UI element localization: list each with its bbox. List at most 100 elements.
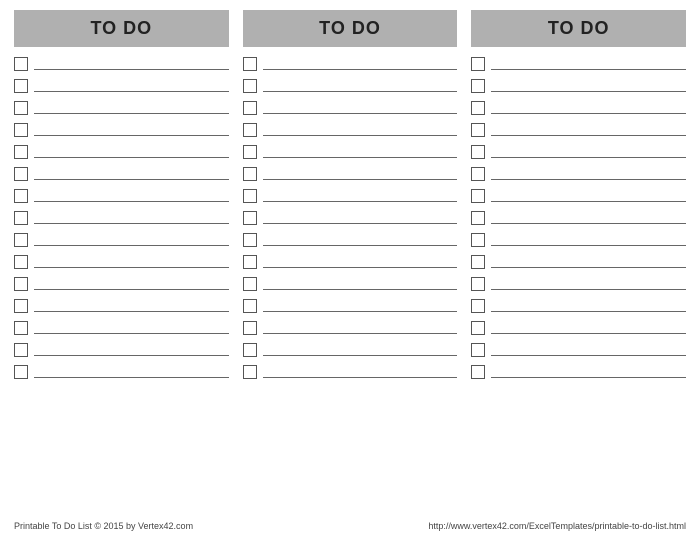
todo-line [34,144,229,158]
todo-line [491,166,686,180]
todo-item [14,297,229,315]
checkbox-icon[interactable] [243,343,257,357]
todo-line [263,166,458,180]
todo-items-2 [243,55,458,517]
todo-line [491,342,686,356]
checkbox-icon[interactable] [471,299,485,313]
todo-item [14,341,229,359]
checkbox-icon[interactable] [243,101,257,115]
todo-line [491,100,686,114]
todo-item [471,253,686,271]
todo-line [34,56,229,70]
checkbox-icon[interactable] [471,167,485,181]
todo-line [491,210,686,224]
todo-item [243,77,458,95]
todo-line [34,232,229,246]
checkbox-icon[interactable] [14,365,28,379]
todo-item [243,231,458,249]
todo-item [14,319,229,337]
checkbox-icon[interactable] [471,255,485,269]
checkbox-icon[interactable] [14,145,28,159]
checkbox-icon[interactable] [243,321,257,335]
todo-item [471,297,686,315]
todo-line [491,276,686,290]
todo-column-2: TO DO [243,10,458,517]
checkbox-icon[interactable] [14,211,28,225]
todo-line [34,188,229,202]
checkbox-icon[interactable] [14,167,28,181]
checkbox-icon[interactable] [471,189,485,203]
footer-left: Printable To Do List © 2015 by Vertex42.… [14,521,193,531]
checkbox-icon[interactable] [14,255,28,269]
checkbox-icon[interactable] [243,57,257,71]
todo-line [34,364,229,378]
todo-line [34,342,229,356]
checkbox-icon[interactable] [14,277,28,291]
checkbox-icon[interactable] [243,123,257,137]
todo-item [14,187,229,205]
checkbox-icon[interactable] [243,233,257,247]
todo-item [243,275,458,293]
checkbox-icon[interactable] [471,277,485,291]
todo-line [34,122,229,136]
checkbox-icon[interactable] [243,277,257,291]
todo-line [34,210,229,224]
todo-item [471,275,686,293]
todo-item [14,231,229,249]
footer: Printable To Do List © 2015 by Vertex42.… [14,517,686,535]
checkbox-icon[interactable] [14,101,28,115]
todo-line [34,298,229,312]
todo-line [491,364,686,378]
todo-item [471,187,686,205]
todo-line [491,122,686,136]
todo-items-1 [14,55,229,517]
checkbox-icon[interactable] [471,343,485,357]
checkbox-icon[interactable] [243,167,257,181]
checkbox-icon[interactable] [14,233,28,247]
todo-line [491,144,686,158]
checkbox-icon[interactable] [14,343,28,357]
todo-line [263,276,458,290]
todo-line [34,254,229,268]
todo-item [14,77,229,95]
checkbox-icon[interactable] [243,365,257,379]
checkbox-icon[interactable] [243,189,257,203]
checkbox-icon[interactable] [14,123,28,137]
checkbox-icon[interactable] [14,189,28,203]
todo-line [263,122,458,136]
checkbox-icon[interactable] [14,321,28,335]
todo-line [34,320,229,334]
checkbox-icon[interactable] [243,299,257,313]
checkbox-icon[interactable] [471,79,485,93]
todo-item [243,209,458,227]
checkbox-icon[interactable] [243,79,257,93]
checkbox-icon[interactable] [471,233,485,247]
checkbox-icon[interactable] [243,145,257,159]
checkbox-icon[interactable] [471,365,485,379]
todo-line [263,320,458,334]
todo-line [263,188,458,202]
checkbox-icon[interactable] [471,101,485,115]
todo-line [491,320,686,334]
checkbox-icon[interactable] [14,299,28,313]
checkbox-icon[interactable] [14,79,28,93]
todo-line [34,276,229,290]
checkbox-icon[interactable] [471,57,485,71]
checkbox-icon[interactable] [471,211,485,225]
todo-column-3: TO DO [471,10,686,517]
todo-item [471,231,686,249]
checkbox-icon[interactable] [471,123,485,137]
todo-line [491,254,686,268]
todo-item [243,121,458,139]
todo-item [14,209,229,227]
checkbox-icon[interactable] [471,321,485,335]
todo-item [243,341,458,359]
todo-line [263,78,458,92]
todo-header-1: TO DO [14,10,229,47]
todo-item [471,319,686,337]
columns-container: TO DO TO DO TO DO [14,10,686,517]
checkbox-icon[interactable] [243,211,257,225]
checkbox-icon[interactable] [14,57,28,71]
checkbox-icon[interactable] [471,145,485,159]
checkbox-icon[interactable] [243,255,257,269]
